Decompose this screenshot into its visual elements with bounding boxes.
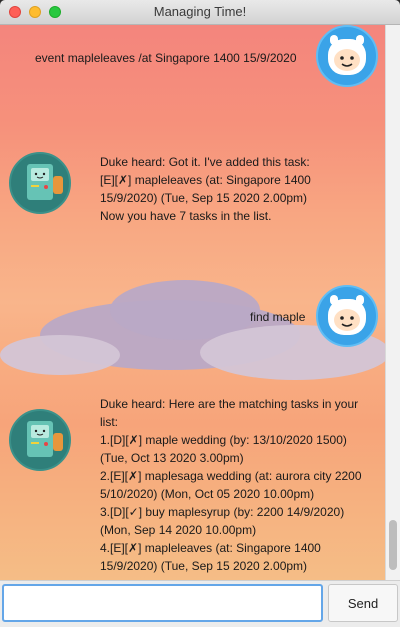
user-avatar — [316, 285, 378, 347]
bmo-icon — [27, 164, 63, 200]
bmo-icon — [27, 421, 63, 457]
user-message: event mapleleaves /at Singapore 1400 15/… — [35, 51, 297, 65]
background-cloud — [0, 335, 120, 375]
chat-area[interactable]: event mapleleaves /at Singapore 1400 15/… — [0, 25, 385, 580]
scrollbar-thumb[interactable] — [389, 520, 397, 570]
bot-message: Duke heard: Got it. I've added this task… — [100, 155, 311, 223]
finn-face-icon — [328, 35, 366, 75]
message-input[interactable] — [2, 584, 323, 622]
bot-message: Duke heard: Here are the matching tasks … — [100, 397, 362, 573]
chat-scrollbar[interactable] — [385, 25, 400, 580]
user-message: find maple — [250, 310, 306, 324]
user-avatar — [316, 25, 378, 87]
window-title: Managing Time! — [153, 4, 247, 19]
finn-face-icon — [328, 295, 366, 335]
send-button[interactable]: Send — [328, 584, 398, 622]
bot-avatar — [9, 409, 71, 471]
app-window: Managing Time! event mapleleaves /at Sin… — [0, 0, 400, 627]
title-bar: Managing Time! — [0, 0, 400, 25]
bot-avatar — [9, 152, 71, 214]
input-bar: Send — [0, 580, 400, 627]
